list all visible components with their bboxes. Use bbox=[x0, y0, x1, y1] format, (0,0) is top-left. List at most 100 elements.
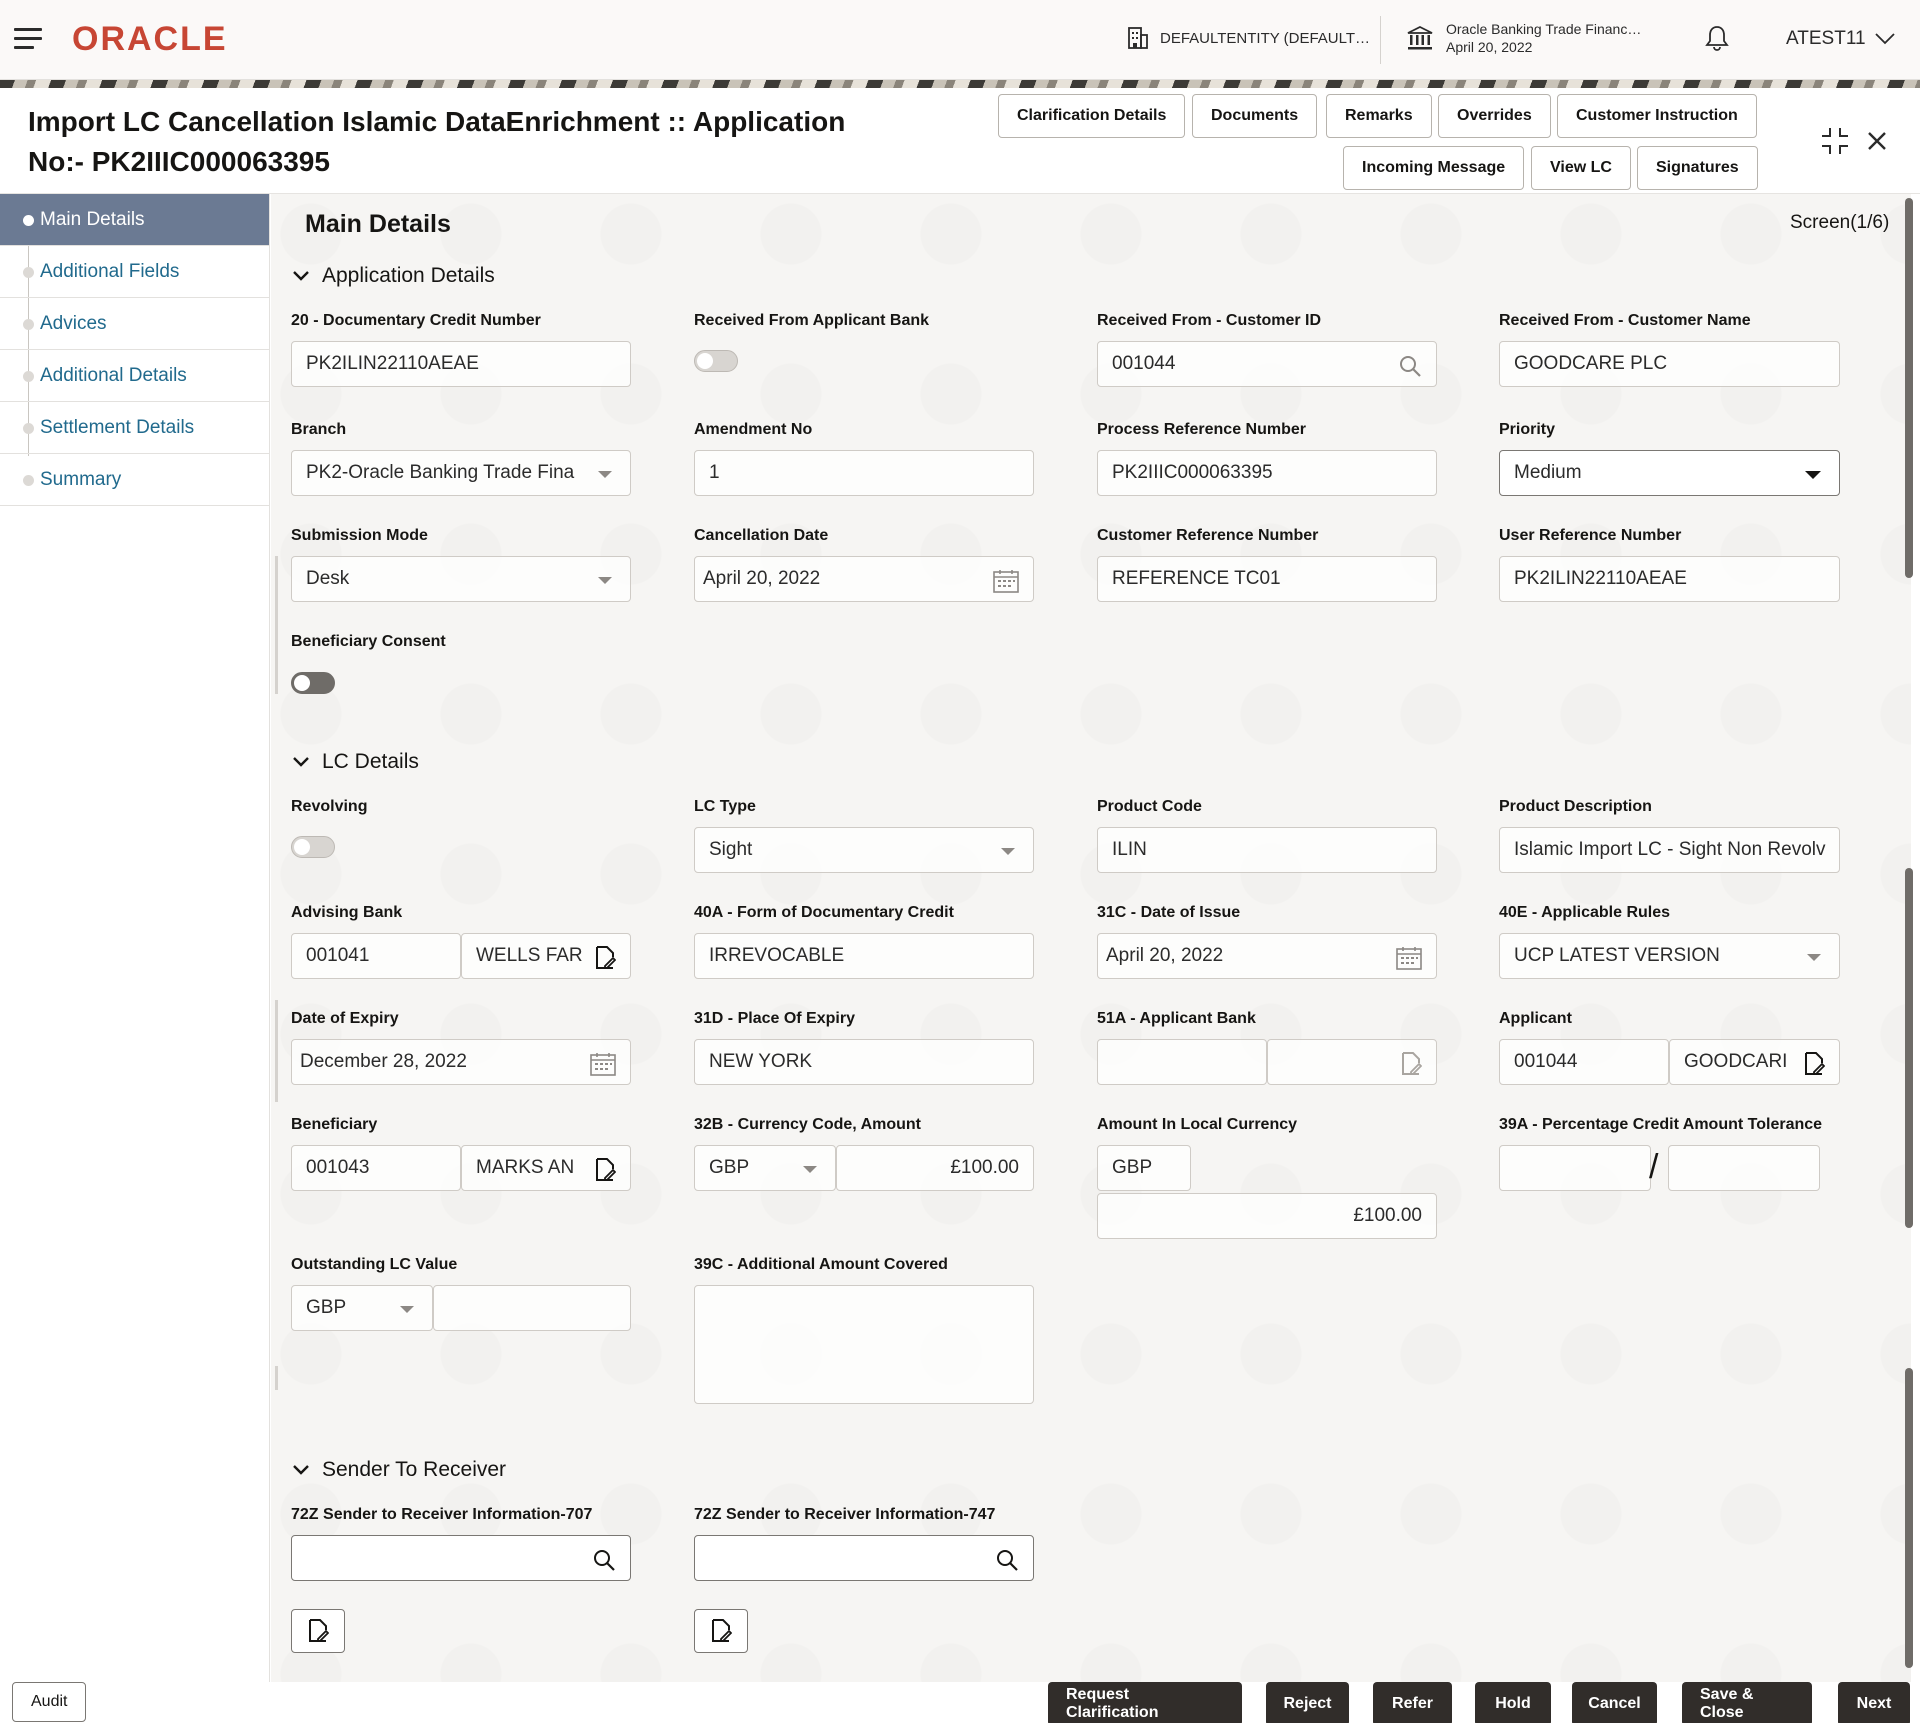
hold-button[interactable]: Hold bbox=[1475, 1682, 1551, 1723]
applicant-name-value: GOODCARI bbox=[1684, 1051, 1787, 1073]
menu-icon[interactable] bbox=[14, 28, 42, 50]
beneficiary-consent-toggle[interactable] bbox=[291, 672, 335, 694]
field-label: 39C - Additional Amount Covered bbox=[694, 1256, 948, 1274]
applicant-id-input[interactable]: 001044 bbox=[1499, 1039, 1669, 1085]
beneficiary-name-input[interactable]: MARKS AN bbox=[461, 1145, 631, 1191]
calendar-icon[interactable] bbox=[993, 569, 1019, 593]
advising-bank-id-input[interactable]: 001041 bbox=[291, 933, 461, 979]
application-details-toggle[interactable]: Application Details bbox=[292, 264, 495, 288]
nav-item-summary[interactable]: Summary bbox=[0, 454, 269, 506]
field-label: 32B - Currency Code, Amount bbox=[694, 1116, 921, 1134]
amount-input[interactable]: £100.00 bbox=[836, 1145, 1034, 1191]
submission-mode-select[interactable]: Desk bbox=[291, 556, 631, 602]
advising-bank-name-input[interactable]: WELLS FAR bbox=[461, 933, 631, 979]
product-description-input[interactable]: Islamic Import LC - Sight Non Revolv bbox=[1499, 827, 1840, 873]
close-icon[interactable] bbox=[1866, 130, 1888, 157]
next-button[interactable]: Next bbox=[1838, 1682, 1910, 1723]
collapse-icon[interactable] bbox=[1820, 126, 1850, 161]
user-menu[interactable]: ATEST11 bbox=[1786, 28, 1896, 50]
sender-info-707-edit-button[interactable] bbox=[291, 1609, 345, 1653]
entity-selector[interactable]: DEFAULTENTITY (DEFAULT… bbox=[1126, 26, 1370, 50]
tolerance-positive-input[interactable] bbox=[1499, 1145, 1651, 1191]
overrides-button[interactable]: Overrides bbox=[1438, 94, 1551, 138]
scrollbar-thumb[interactable] bbox=[1905, 1368, 1913, 1668]
user-ref-input[interactable]: PK2ILIN22110AEAE bbox=[1499, 556, 1840, 602]
lc-type-select[interactable]: Sight bbox=[694, 827, 1034, 873]
amendment-no-input[interactable]: 1 bbox=[694, 450, 1034, 496]
priority-select[interactable]: Medium bbox=[1499, 450, 1840, 496]
product-code-input[interactable]: ILIN bbox=[1097, 827, 1437, 873]
chevron-down-icon bbox=[292, 756, 310, 768]
branch-select[interactable]: PK2-Oracle Banking Trade Fina bbox=[291, 450, 631, 496]
customer-id-input[interactable]: 001044 bbox=[1097, 341, 1437, 387]
view-lc-button[interactable]: View LC bbox=[1531, 146, 1631, 190]
applicant-name-input[interactable]: GOODCARI bbox=[1669, 1039, 1840, 1085]
scrollbar[interactable] bbox=[1905, 198, 1913, 1668]
cancel-button[interactable]: Cancel bbox=[1572, 1682, 1657, 1723]
sender-info-747-input[interactable] bbox=[694, 1535, 1034, 1581]
field-label: Applicant bbox=[1499, 1010, 1572, 1028]
save-close-button[interactable]: Save & Close bbox=[1682, 1682, 1812, 1723]
process-ref-input[interactable]: PK2IIIC000063395 bbox=[1097, 450, 1437, 496]
edit-document-icon[interactable] bbox=[594, 946, 616, 970]
local-amount-input[interactable]: £100.00 bbox=[1097, 1193, 1437, 1239]
caret-down-icon bbox=[400, 1306, 414, 1313]
nav-item-main-details[interactable]: Main Details bbox=[0, 194, 269, 246]
branch-selector[interactable]: Oracle Banking Trade Financ… April 20, 2… bbox=[1406, 20, 1641, 56]
scrollbar-thumb[interactable] bbox=[1905, 198, 1913, 578]
audit-button[interactable]: Audit bbox=[12, 1682, 86, 1722]
scrollbar-thumb[interactable] bbox=[1905, 868, 1913, 1228]
sender-info-707-input[interactable] bbox=[291, 1535, 631, 1581]
lc-details-toggle[interactable]: LC Details bbox=[292, 750, 419, 774]
customer-instruction-button[interactable]: Customer Instruction bbox=[1557, 94, 1757, 138]
local-currency-input[interactable]: GBP bbox=[1097, 1145, 1191, 1191]
date-of-issue-input[interactable]: April 20, 2022 bbox=[1097, 933, 1437, 979]
nav-item-additional-fields[interactable]: Additional Fields bbox=[0, 246, 269, 298]
place-of-expiry-input[interactable]: NEW YORK bbox=[694, 1039, 1034, 1085]
notifications-bell-icon[interactable] bbox=[1704, 24, 1730, 52]
nav-item-settlement-details[interactable]: Settlement Details bbox=[0, 402, 269, 454]
tolerance-negative-input[interactable] bbox=[1668, 1145, 1820, 1191]
submission-mode-value: Desk bbox=[306, 568, 349, 590]
clarification-details-button[interactable]: Clarification Details bbox=[998, 94, 1185, 138]
outstanding-currency-select[interactable]: GBP bbox=[291, 1285, 433, 1331]
calendar-icon[interactable] bbox=[590, 1052, 616, 1076]
request-clarification-button[interactable]: Request Clarification bbox=[1048, 1682, 1242, 1723]
calendar-icon[interactable] bbox=[1396, 946, 1422, 970]
incoming-message-button[interactable]: Incoming Message bbox=[1343, 146, 1524, 190]
search-icon[interactable] bbox=[592, 1548, 616, 1572]
search-icon[interactable] bbox=[995, 1548, 1019, 1572]
edit-document-icon[interactable] bbox=[594, 1158, 616, 1182]
edit-document-icon[interactable] bbox=[1803, 1052, 1825, 1076]
documents-button[interactable]: Documents bbox=[1192, 94, 1317, 138]
currency-select[interactable]: GBP bbox=[694, 1145, 836, 1191]
sender-to-receiver-toggle[interactable]: Sender To Receiver bbox=[292, 1458, 506, 1482]
cancellation-date-input[interactable]: April 20, 2022 bbox=[694, 556, 1034, 602]
search-icon[interactable] bbox=[1398, 354, 1422, 378]
reject-button[interactable]: Reject bbox=[1266, 1682, 1349, 1723]
form-of-credit-input[interactable]: IRREVOCABLE bbox=[694, 933, 1034, 979]
revolving-toggle[interactable] bbox=[291, 836, 335, 858]
sender-info-747-edit-button[interactable] bbox=[694, 1609, 748, 1653]
refer-button[interactable]: Refer bbox=[1373, 1682, 1452, 1723]
nav-item-additional-details[interactable]: Additional Details bbox=[0, 350, 269, 402]
applicable-rules-select[interactable]: UCP LATEST VERSION bbox=[1499, 933, 1840, 979]
nav-item-advices[interactable]: Advices bbox=[0, 298, 269, 350]
beneficiary-id-input[interactable]: 001043 bbox=[291, 1145, 461, 1191]
signatures-button[interactable]: Signatures bbox=[1637, 146, 1758, 190]
tolerance-separator: / bbox=[1649, 1148, 1658, 1187]
nav-dot bbox=[23, 267, 34, 278]
received-from-bank-toggle[interactable] bbox=[694, 350, 738, 372]
doc-credit-number-input[interactable]: PK2ILIN22110AEAE bbox=[291, 341, 631, 387]
date-of-expiry-input[interactable]: December 28, 2022 bbox=[291, 1039, 631, 1085]
remarks-button[interactable]: Remarks bbox=[1326, 94, 1432, 138]
additional-amount-textarea[interactable] bbox=[694, 1285, 1034, 1404]
edit-document-icon[interactable] bbox=[1400, 1052, 1422, 1076]
customer-ref-input[interactable]: REFERENCE TC01 bbox=[1097, 556, 1437, 602]
applicant-bank-name-input[interactable] bbox=[1267, 1039, 1437, 1085]
field-label: Customer Reference Number bbox=[1097, 527, 1318, 545]
customer-name-input[interactable]: GOODCARE PLC bbox=[1499, 341, 1840, 387]
date-of-expiry-value: December 28, 2022 bbox=[300, 1051, 467, 1073]
applicant-bank-id-input[interactable] bbox=[1097, 1039, 1267, 1085]
outstanding-amount-input[interactable] bbox=[433, 1285, 631, 1331]
